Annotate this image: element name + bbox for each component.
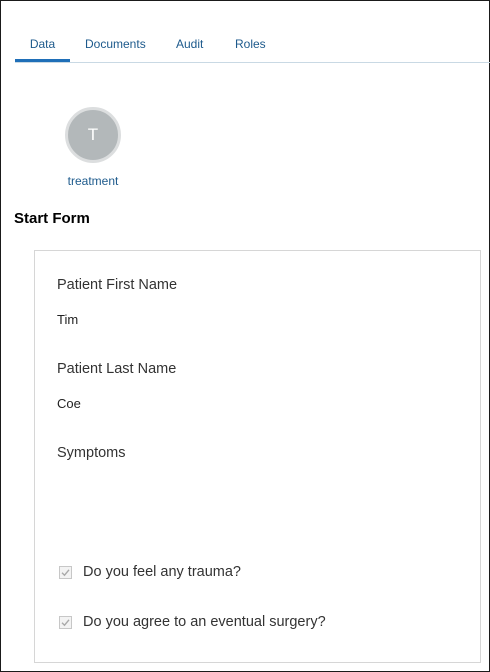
start-form-panel: Patient First Name Tim Patient Last Name… xyxy=(34,250,481,663)
patient-first-name-label: Patient First Name xyxy=(57,277,178,293)
tab-audit[interactable]: Audit xyxy=(176,31,203,62)
checkmark-icon xyxy=(61,569,70,577)
avatar[interactable]: T xyxy=(65,107,121,163)
checkmark-icon xyxy=(61,619,70,627)
patient-first-name-value: Tim xyxy=(57,312,79,327)
tab-data[interactable]: Data xyxy=(15,31,70,62)
patient-last-name-value: Coe xyxy=(57,396,81,411)
patient-last-name-label: Patient Last Name xyxy=(57,361,177,377)
tab-documents[interactable]: Documents xyxy=(85,31,146,62)
window-frame: Data Documents Audit Roles T treatment S… xyxy=(0,0,490,672)
form-title: Start Form xyxy=(14,210,90,227)
task-avatar-group[interactable]: T treatment xyxy=(56,107,130,188)
tab-roles[interactable]: Roles xyxy=(235,31,266,62)
symptoms-label: Symptoms xyxy=(57,445,126,461)
task-name-link[interactable]: treatment xyxy=(56,174,130,188)
trauma-question-label: Do you feel any trauma? xyxy=(83,564,241,580)
surgery-question-label: Do you agree to an eventual surgery? xyxy=(83,614,326,630)
tab-bar: Data Documents Audit Roles xyxy=(15,31,490,63)
surgery-checkbox[interactable] xyxy=(59,616,72,629)
trauma-checkbox[interactable] xyxy=(59,566,72,579)
